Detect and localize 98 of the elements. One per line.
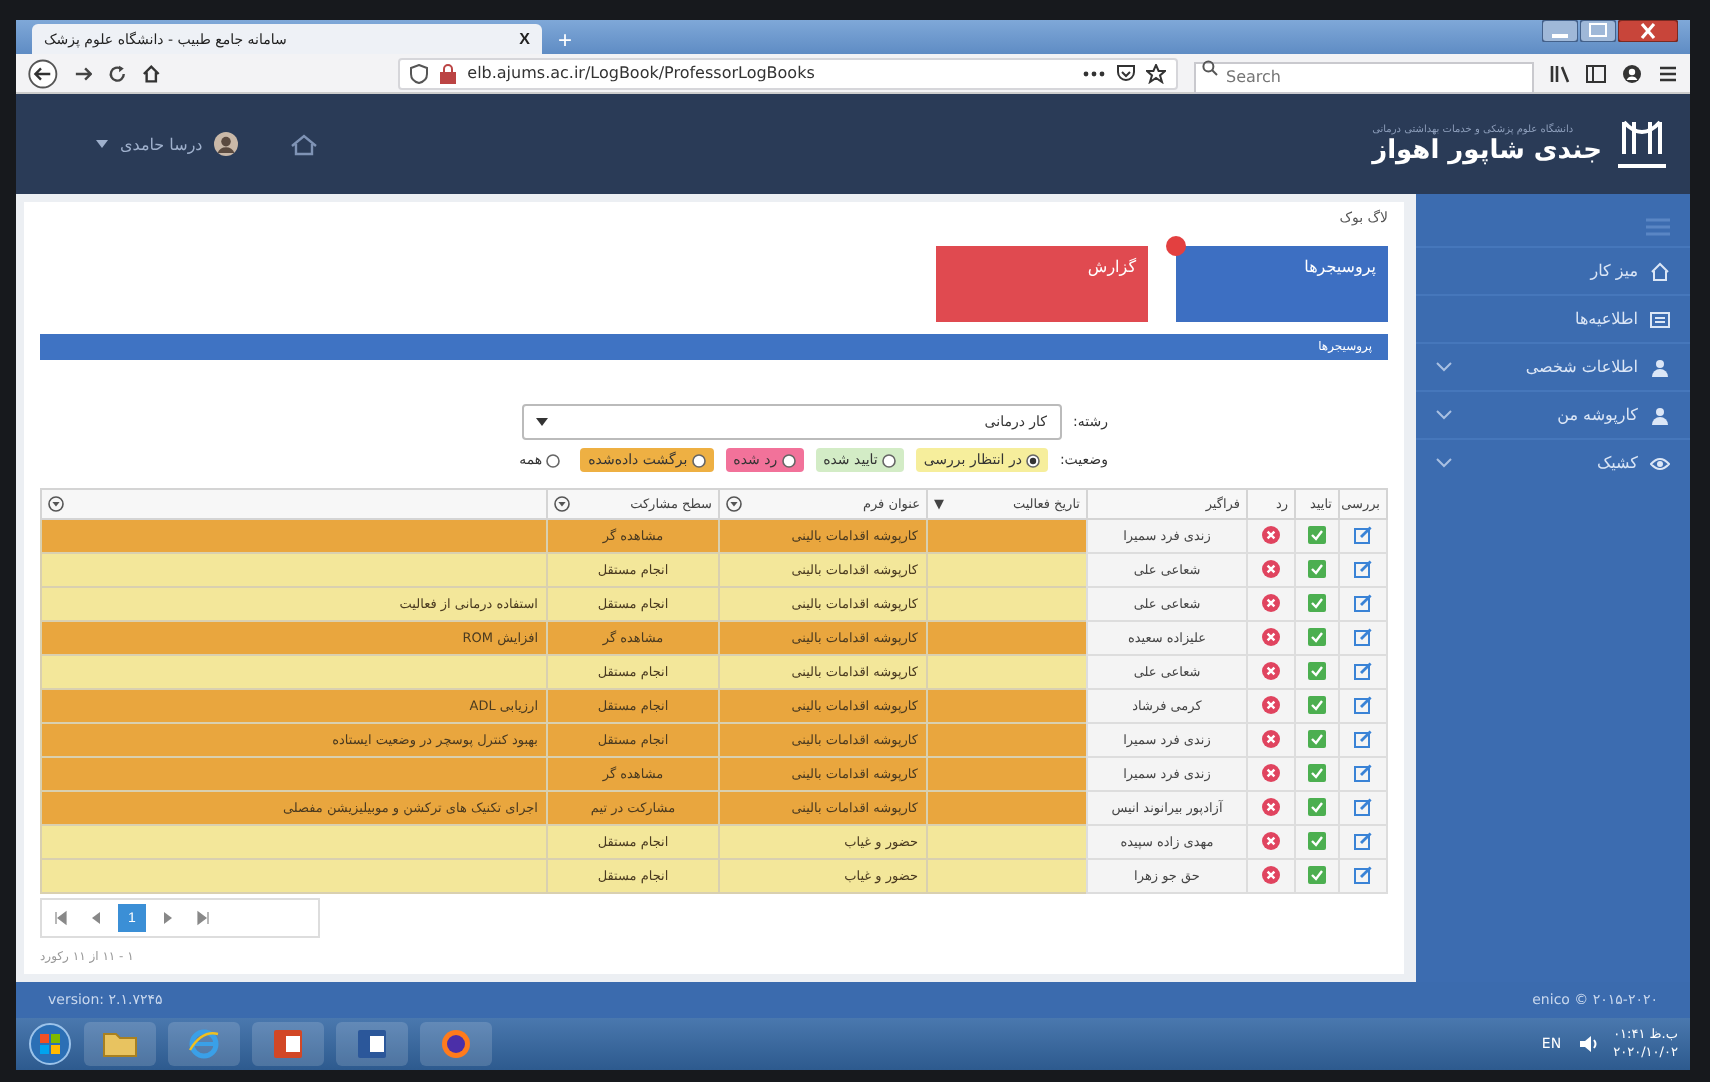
- library-icon[interactable]: [1550, 63, 1570, 83]
- radio-icon[interactable]: [546, 453, 561, 467]
- menu-icon[interactable]: [1658, 63, 1678, 83]
- close-icon[interactable]: [1618, 20, 1678, 42]
- sidebar-item[interactable]: اطلاعات شخصی: [1416, 342, 1690, 390]
- home-icon: [1650, 261, 1670, 281]
- approve-check-icon[interactable]: [1308, 593, 1326, 611]
- radio-icon[interactable]: [881, 453, 896, 467]
- radio-icon[interactable]: [691, 453, 706, 467]
- more-icon[interactable]: [1081, 69, 1106, 77]
- tile-label: پروسیجرها: [1304, 258, 1376, 276]
- presentation-app-icon[interactable]: [270, 1026, 306, 1062]
- star-icon[interactable]: [1145, 63, 1166, 83]
- person-icon: [1650, 405, 1670, 425]
- university-logo-icon: [1618, 118, 1666, 170]
- edit-icon[interactable]: [1354, 729, 1372, 747]
- approve-check-icon[interactable]: [1308, 559, 1326, 577]
- chevron-icon[interactable]: [1436, 362, 1452, 372]
- chevron-icon[interactable]: [1436, 458, 1452, 468]
- reject-icon[interactable]: [1262, 627, 1280, 645]
- radio-icon[interactable]: [1025, 453, 1040, 467]
- shield-icon: [409, 63, 428, 83]
- sidebar-label: میز کار: [1587, 262, 1638, 280]
- sidebar-label: کارپوشه من: [1555, 406, 1638, 424]
- reject-icon[interactable]: [1262, 593, 1280, 611]
- edit-icon[interactable]: [1354, 797, 1372, 815]
- edit-icon[interactable]: [1354, 525, 1372, 543]
- home-outline-icon[interactable]: [290, 133, 319, 155]
- reload-icon[interactable]: [108, 63, 127, 83]
- approve-check-icon[interactable]: [1308, 797, 1326, 815]
- sidebar-label: اطلاعیه‌ها: [1573, 310, 1638, 328]
- approve-check-icon[interactable]: [1308, 831, 1326, 849]
- start-orb-icon[interactable]: [28, 1022, 72, 1066]
- address-bar[interactable]: elb.ajums.ac.ir/LogBook/ProfessorLogBooks: [397, 57, 1178, 89]
- approve-check-icon[interactable]: [1308, 729, 1326, 747]
- avatar-icon[interactable]: [214, 132, 239, 156]
- forward-icon[interactable]: [73, 63, 93, 83]
- edit-icon[interactable]: [1354, 763, 1372, 781]
- new-tab-button[interactable]: +: [550, 26, 581, 54]
- reject-icon[interactable]: [1262, 763, 1280, 781]
- url-text: elb.ajums.ac.ir/LogBook/ProfessorLogBooks: [467, 64, 815, 82]
- approve-check-icon[interactable]: [1308, 525, 1326, 543]
- approve-check-icon[interactable]: [1308, 661, 1326, 679]
- sidebar-label: اطلاعات شخصی: [1523, 358, 1638, 376]
- reject-icon[interactable]: [1262, 559, 1280, 577]
- approve-check-icon[interactable]: [1308, 695, 1326, 713]
- user-name[interactable]: درسا حامدی: [120, 135, 203, 153]
- sidebar-label: کشیک: [1594, 454, 1638, 472]
- edit-icon[interactable]: [1354, 627, 1372, 645]
- account-icon[interactable]: [1622, 63, 1642, 83]
- chevron-icon[interactable]: [1436, 410, 1452, 420]
- approve-check-icon[interactable]: [1308, 865, 1326, 883]
- edit-icon[interactable]: [1354, 831, 1372, 849]
- minimize-icon[interactable]: [1542, 20, 1578, 42]
- reject-icon[interactable]: [1262, 865, 1280, 883]
- home-icon[interactable]: [142, 63, 162, 83]
- radio-icon[interactable]: [781, 453, 796, 467]
- reject-icon[interactable]: [1262, 797, 1280, 815]
- speaker-icon[interactable]: [1577, 1034, 1598, 1054]
- sidebar-item[interactable]: کشیک: [1416, 438, 1690, 486]
- filter-icon[interactable]: [554, 496, 570, 512]
- edit-icon[interactable]: [1354, 559, 1372, 577]
- dashboard-tile[interactable]: پروسیجرها: [1176, 246, 1388, 322]
- org-name: جندی شاپور اهواز: [1372, 135, 1602, 165]
- tile-label: گزارش: [1087, 258, 1136, 276]
- pocket-icon[interactable]: [1115, 63, 1136, 83]
- sidebar-item[interactable]: کارپوشه من: [1416, 390, 1690, 438]
- lock-icon: [437, 63, 458, 83]
- reject-icon[interactable]: [1262, 661, 1280, 679]
- sidebar-item[interactable]: اطلاعیه‌ها: [1416, 294, 1690, 342]
- person-icon: [1650, 357, 1670, 377]
- fox-browser-icon[interactable]: [438, 1026, 474, 1062]
- approve-check-icon[interactable]: [1308, 627, 1326, 645]
- caret-icon[interactable]: [96, 140, 108, 148]
- search-field[interactable]: Search: [1193, 61, 1534, 94]
- edit-icon[interactable]: [1354, 865, 1372, 883]
- newspaper-icon: [1650, 309, 1670, 329]
- back-icon[interactable]: [28, 57, 58, 89]
- reject-icon[interactable]: [1262, 525, 1280, 543]
- filter-icon[interactable]: [48, 496, 64, 512]
- reject-icon[interactable]: [1262, 695, 1280, 713]
- search-icon: [1201, 60, 1218, 77]
- document-app-icon[interactable]: [354, 1026, 390, 1062]
- dashboard-tile[interactable]: گزارش: [936, 246, 1148, 322]
- browser-e-icon[interactable]: [186, 1026, 222, 1062]
- filter-icon[interactable]: [726, 496, 742, 512]
- maximize-icon[interactable]: [1580, 20, 1616, 42]
- edit-icon[interactable]: [1354, 661, 1372, 679]
- reject-icon[interactable]: [1262, 729, 1280, 747]
- sidebar-item[interactable]: میز کار: [1416, 246, 1690, 294]
- reject-icon[interactable]: [1262, 831, 1280, 849]
- edit-icon[interactable]: [1354, 695, 1372, 713]
- approve-check-icon[interactable]: [1308, 763, 1326, 781]
- eye-icon: [1650, 453, 1670, 473]
- caret-icon: [535, 418, 548, 426]
- sidebar-icon[interactable]: [1586, 63, 1606, 83]
- tab-close-button[interactable]: X: [519, 30, 530, 48]
- edit-icon[interactable]: [1354, 593, 1372, 611]
